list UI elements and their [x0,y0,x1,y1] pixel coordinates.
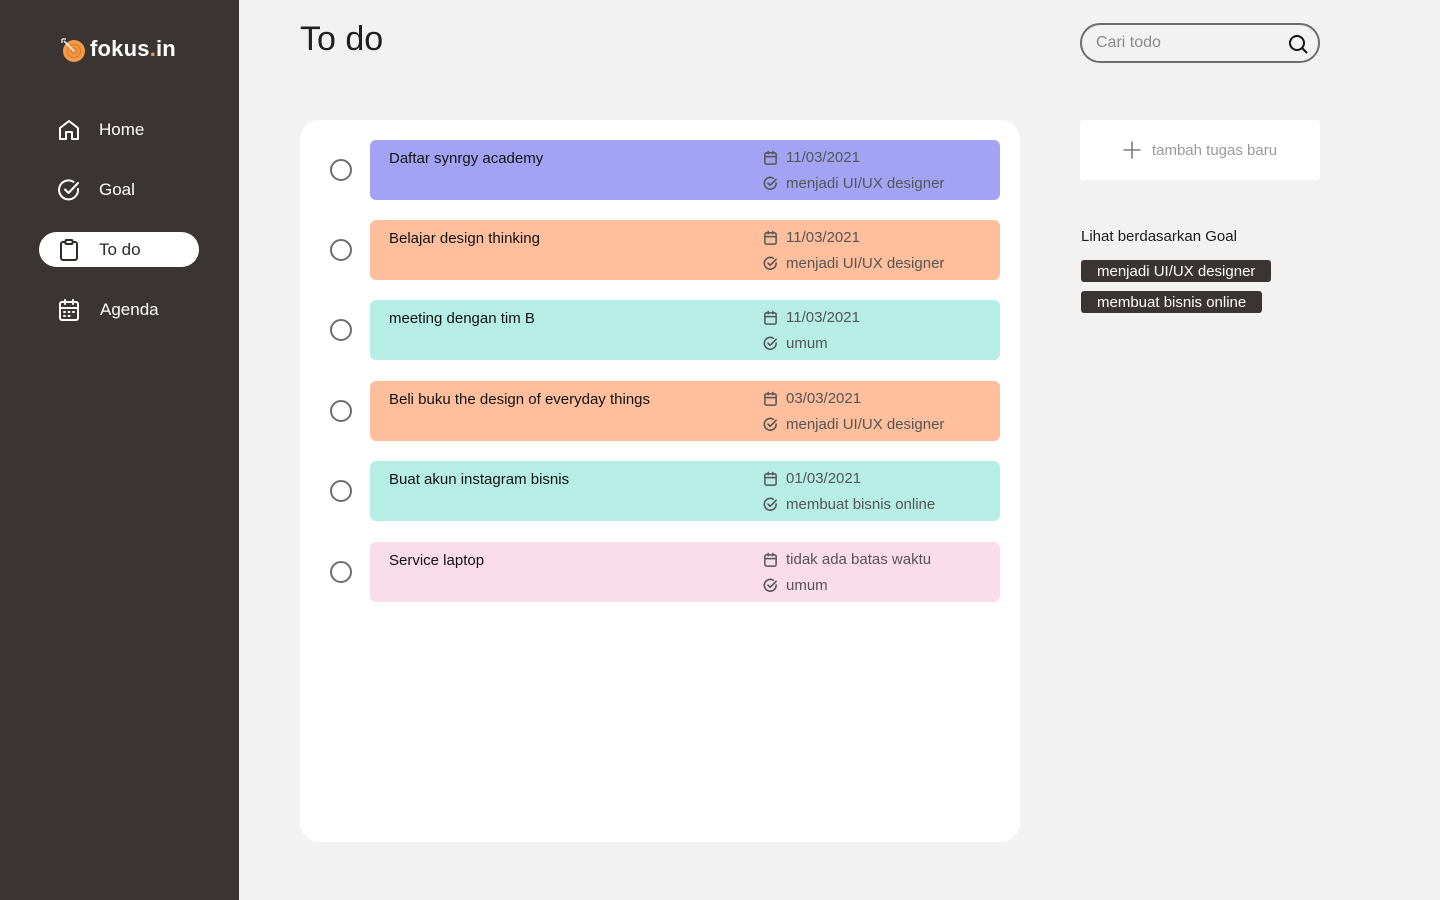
todo-item: Daftar synrgy academy 11/03/2021 menjadi… [300,140,1020,200]
calendar-icon [762,552,778,568]
todo-complete-checkbox[interactable] [330,561,352,583]
todo-card[interactable]: Daftar synrgy academy 11/03/2021 menjadi… [370,140,1000,200]
sidebar-item-label: Goal [99,179,135,199]
todo-item: meeting dengan tim B 11/03/2021 umum [300,300,1020,360]
sidebar-item-label: To do [99,239,141,259]
todo-card[interactable]: Buat akun instagram bisnis 01/03/2021 me… [370,461,1000,521]
sidebar-item-label: Home [99,119,145,139]
sidebar-item-goal[interactable]: Goal [39,172,199,207]
todo-date: tidak ada batas waktu [762,551,931,568]
todo-title: meeting dengan tim B [389,310,535,327]
todo-title: Daftar synrgy academy [389,150,544,167]
todo-title: Buat akun instagram bisnis [389,471,570,488]
todo-complete-checkbox[interactable] [330,319,352,341]
todo-list-panel: Daftar synrgy academy 11/03/2021 menjadi… [300,120,1020,842]
todo-complete-checkbox[interactable] [330,159,352,181]
todo-complete-checkbox[interactable] [330,480,352,502]
search-input[interactable] [1082,34,1272,52]
page-title: To do [300,20,384,58]
todo-date-text: 11/03/2021 [786,309,860,326]
todo-complete-checkbox[interactable] [330,239,352,261]
todo-goal: menjadi UI/UX designer [762,255,944,272]
todo-date: 03/03/2021 [762,390,861,407]
todo-goal-text: umum [786,335,828,352]
add-task-button[interactable]: tambah tugas baru [1080,120,1320,180]
calendar-icon [762,230,778,246]
check-circle-icon [762,256,778,272]
home-icon [56,117,82,143]
check-circle-icon [762,336,778,352]
goal-filter-chip[interactable]: menjadi UI/UX designer [1081,260,1272,282]
todo-date-text: 11/03/2021 [786,229,860,246]
todo-goal-text: membuat bisnis online [786,496,936,513]
todo-goal: membuat bisnis online [762,496,935,513]
todo-goal: umum [762,577,828,594]
sidebar-item-label: Agenda [100,299,159,319]
todo-goal-text: menjadi UI/UX designer [786,175,945,192]
todo-date-text: 03/03/2021 [786,390,862,407]
calendar-icon [762,150,778,166]
check-circle-icon [762,176,778,192]
todo-date: 11/03/2021 [762,309,860,326]
logo-icon [58,34,88,64]
calendar-icon [56,297,82,323]
sidebar-item-agenda[interactable]: Agenda [39,292,199,327]
goal-filter-title: Lihat berdasarkan Goal [1081,228,1237,245]
plus-icon [1123,141,1141,159]
todo-date-text: tidak ada batas waktu [786,551,932,568]
calendar-icon [762,391,778,407]
todo-date-text: 11/03/2021 [786,149,860,166]
todo-goal: umum [762,335,828,352]
clipboard-icon [56,237,82,263]
todo-goal-text: menjadi UI/UX designer [786,416,945,433]
app-logo[interactable]: fokus.in [58,34,176,64]
todo-card[interactable]: Service laptop tidak ada batas waktu umu… [370,542,1000,602]
todo-date-text: 01/03/2021 [786,470,862,487]
check-circle-icon [762,417,778,433]
todo-goal: menjadi UI/UX designer [762,175,944,192]
todo-date: 01/03/2021 [762,470,861,487]
add-task-label: tambah tugas baru [1151,141,1278,159]
sidebar-item-todo[interactable]: To do [39,232,199,267]
todo-date: 11/03/2021 [762,149,860,166]
todo-item: Service laptop tidak ada batas waktu umu… [300,542,1020,602]
todo-item: Buat akun instagram bisnis 01/03/2021 me… [300,461,1020,521]
todo-goal: menjadi UI/UX designer [762,416,944,433]
todo-card[interactable]: meeting dengan tim B 11/03/2021 umum [370,300,1000,360]
sidebar-item-home[interactable]: Home [39,112,199,147]
search-box [1080,23,1320,63]
todo-title: Beli buku the design of everyday things [389,391,650,408]
todo-title: Service laptop [389,552,485,569]
todo-item: Belajar design thinking 11/03/2021 menja… [300,220,1020,280]
todo-goal-text: umum [786,577,828,594]
calendar-icon [762,310,778,326]
check-circle-icon [762,497,778,513]
check-circle-icon [56,177,82,203]
app-name: fokus.in [90,36,176,61]
check-circle-icon [762,578,778,594]
sidebar-nav: Home Goal To do Agenda [39,112,199,352]
search-icon[interactable] [1288,34,1308,54]
todo-goal-text: menjadi UI/UX designer [786,255,945,272]
calendar-icon [762,471,778,487]
sidebar: fokus.in Home Goal To do Agenda [0,0,239,900]
todo-title: Belajar design thinking [389,230,540,247]
todo-card[interactable]: Beli buku the design of everyday things … [370,381,1000,441]
todo-item: Beli buku the design of everyday things … [300,381,1020,441]
todo-complete-checkbox[interactable] [330,400,352,422]
goal-filter-chip[interactable]: membuat bisnis online [1081,291,1263,313]
todo-date: 11/03/2021 [762,229,860,246]
todo-card[interactable]: Belajar design thinking 11/03/2021 menja… [370,220,1000,280]
